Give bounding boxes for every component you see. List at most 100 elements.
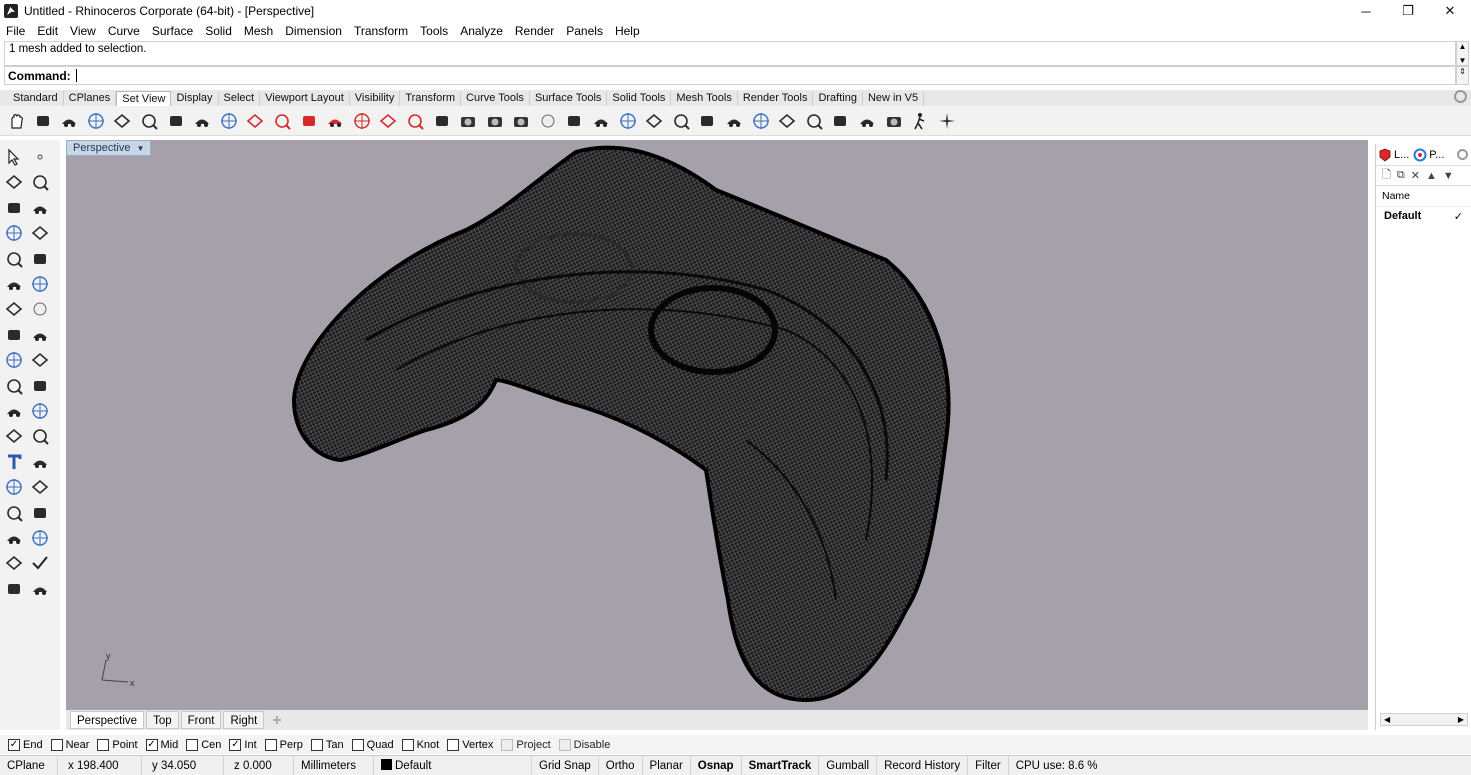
viewport-tab-front[interactable]: Front bbox=[180, 711, 222, 729]
osnap-checkbox[interactable] bbox=[558, 738, 571, 751]
toolbar-tab-transform[interactable]: Transform bbox=[400, 91, 462, 106]
osnap-project[interactable]: Project bbox=[501, 738, 551, 751]
point-icon[interactable] bbox=[29, 146, 51, 168]
minimize-button[interactable]: ─ bbox=[1345, 0, 1387, 22]
toolbar-tab-set-view[interactable]: Set View bbox=[116, 91, 172, 106]
circle-icon[interactable] bbox=[3, 197, 25, 219]
box-edit-icon[interactable] bbox=[3, 502, 25, 524]
menu-mesh[interactable]: Mesh bbox=[238, 24, 279, 38]
back-view-icon[interactable] bbox=[272, 111, 292, 131]
add-viewport-tab-icon[interactable]: ✛ bbox=[266, 714, 287, 727]
osnap-tan[interactable]: Tan bbox=[310, 738, 344, 751]
menu-transform[interactable]: Transform bbox=[348, 24, 414, 38]
osnap-point[interactable]: Point bbox=[97, 738, 138, 751]
osnap-checkbox[interactable]: ✓ bbox=[229, 738, 242, 751]
scale-icon[interactable] bbox=[29, 451, 51, 473]
viewport-tab-perspective[interactable]: Perspective bbox=[70, 711, 145, 729]
menu-tools[interactable]: Tools bbox=[414, 24, 454, 38]
new-sublayer-icon[interactable]: ⧉ bbox=[1397, 169, 1405, 182]
select-arrow-icon[interactable] bbox=[3, 146, 25, 168]
menu-view[interactable]: View bbox=[64, 24, 102, 38]
status-smarttrack[interactable]: SmartTrack bbox=[742, 755, 820, 775]
toolbar-tab-surface-tools[interactable]: Surface Tools bbox=[530, 91, 608, 106]
toolbar-tab-viewport-layout[interactable]: Viewport Layout bbox=[260, 91, 350, 106]
viewport-title[interactable]: Perspective ▼ bbox=[66, 140, 152, 156]
osnap-checkbox[interactable] bbox=[351, 738, 364, 751]
pencil-icon[interactable] bbox=[3, 552, 25, 574]
toolbar-tab-drafting[interactable]: Drafting bbox=[813, 91, 863, 106]
toolbar-tab-select[interactable]: Select bbox=[219, 91, 261, 106]
viewport-menu-arrow-icon[interactable]: ▼ bbox=[136, 144, 144, 153]
zoom-1to1-icon[interactable] bbox=[219, 111, 239, 131]
toolbar-tab-display[interactable]: Display bbox=[171, 91, 219, 106]
osnap-checkbox[interactable] bbox=[50, 738, 63, 751]
status-gumball[interactable]: Gumball bbox=[819, 755, 878, 775]
crosshair-icon[interactable] bbox=[591, 111, 611, 131]
left-car-icon[interactable] bbox=[325, 111, 345, 131]
box-solid-icon[interactable] bbox=[3, 298, 25, 320]
tilt-icon[interactable] bbox=[777, 111, 797, 131]
mesh-object[interactable] bbox=[66, 140, 1368, 710]
dimension-icon[interactable] bbox=[29, 375, 51, 397]
explode-icon[interactable] bbox=[29, 502, 51, 524]
curve-tool-icon[interactable] bbox=[3, 425, 25, 447]
status-grid-snap[interactable]: Grid Snap bbox=[532, 755, 599, 775]
status-record-history[interactable]: Record History bbox=[877, 755, 969, 775]
tilt-horizontal-icon[interactable] bbox=[830, 111, 850, 131]
sphere-solid-icon[interactable] bbox=[29, 298, 51, 320]
layer-column-header[interactable]: Name bbox=[1376, 186, 1471, 207]
toolbar-tab-standard[interactable]: Standard bbox=[8, 91, 64, 106]
mesh-gear-icon[interactable] bbox=[3, 349, 25, 371]
status-osnap[interactable]: Osnap bbox=[691, 755, 742, 775]
walk-icon[interactable] bbox=[910, 111, 930, 131]
menu-help[interactable]: Help bbox=[609, 24, 646, 38]
layer-icon[interactable] bbox=[29, 578, 51, 600]
menu-edit[interactable]: Edit bbox=[31, 24, 64, 38]
target-point-icon[interactable] bbox=[618, 111, 638, 131]
osnap-checkbox[interactable] bbox=[264, 738, 277, 751]
plane-surface-icon[interactable] bbox=[29, 324, 51, 346]
viewport-tab-right[interactable]: Right bbox=[223, 711, 265, 729]
restore-button[interactable]: ❐ bbox=[1387, 0, 1429, 22]
menu-panels[interactable]: Panels bbox=[560, 24, 609, 38]
command-scrollbar[interactable]: ⇕ bbox=[1456, 66, 1469, 85]
osnap-checkbox[interactable] bbox=[310, 738, 323, 751]
osnap-checkbox[interactable] bbox=[501, 738, 514, 751]
osnap-disable[interactable]: Disable bbox=[558, 738, 610, 751]
new-layer-icon[interactable]: 🗋 bbox=[1382, 166, 1391, 185]
status-planar[interactable]: Planar bbox=[643, 755, 691, 775]
osnap-checkbox[interactable] bbox=[401, 738, 414, 751]
toolbar-tab-cplanes[interactable]: CPlanes bbox=[64, 91, 117, 106]
osnap-checkbox[interactable] bbox=[97, 738, 110, 751]
osnap-checkbox[interactable] bbox=[447, 738, 460, 751]
set-camera-icon[interactable] bbox=[511, 111, 531, 131]
panel-settings-gear-icon[interactable] bbox=[1457, 149, 1468, 160]
undo-view-icon[interactable] bbox=[166, 111, 186, 131]
menu-render[interactable]: Render bbox=[509, 24, 560, 38]
toolbar-tab-mesh-tools[interactable]: Mesh Tools bbox=[671, 91, 738, 106]
grid-array-icon[interactable] bbox=[3, 527, 25, 549]
status-units[interactable]: Millimeters bbox=[294, 755, 374, 775]
array-icon[interactable] bbox=[3, 476, 25, 498]
layer-row[interactable]: Default ✓ bbox=[1376, 207, 1471, 226]
osnap-int[interactable]: ✓ Int bbox=[229, 738, 257, 751]
bottom-car-icon[interactable] bbox=[378, 111, 398, 131]
menu-analyze[interactable]: Analyze bbox=[454, 24, 509, 38]
osnap-checkbox[interactable]: ✓ bbox=[8, 738, 20, 751]
panel-horizontal-scrollbar[interactable]: ◀ ▶ bbox=[1380, 713, 1468, 726]
rotate-camera-icon[interactable] bbox=[884, 111, 904, 131]
display-icon[interactable] bbox=[29, 527, 51, 549]
menu-solid[interactable]: Solid bbox=[199, 24, 238, 38]
rotate-view-icon[interactable] bbox=[33, 111, 53, 131]
osnap-checkbox[interactable] bbox=[186, 738, 199, 751]
command-line[interactable]: Command: bbox=[4, 66, 1456, 85]
cylinder-icon[interactable] bbox=[3, 324, 25, 346]
move-layer-down-icon[interactable]: ▼ bbox=[1443, 170, 1454, 182]
sphere-icon[interactable] bbox=[538, 111, 558, 131]
camera-icon[interactable] bbox=[458, 111, 478, 131]
toolbar-tab-curve-tools[interactable]: Curve Tools bbox=[461, 91, 530, 106]
osnap-quad[interactable]: Quad bbox=[351, 738, 394, 751]
zoom-out-icon[interactable] bbox=[192, 111, 212, 131]
plan-view-icon[interactable] bbox=[671, 111, 691, 131]
top-car-icon[interactable] bbox=[299, 111, 319, 131]
